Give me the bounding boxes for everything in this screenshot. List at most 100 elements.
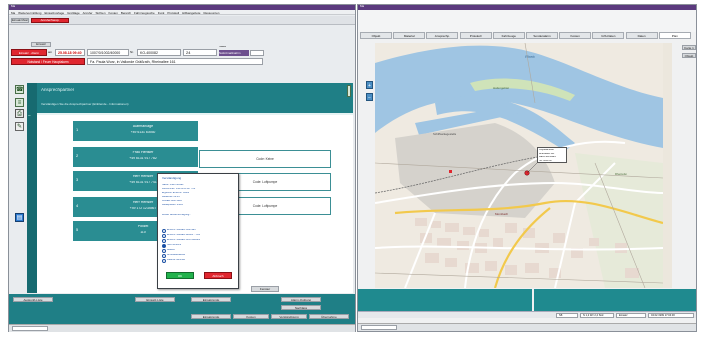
map-popup-line: Tel: 0000-00 [539,159,552,162]
call-code[interactable]: 1007/0/1002/40000 [87,49,129,56]
map-side-button-1[interactable]: Karte 1 [682,45,696,50]
header-label: Einsatz [31,42,51,47]
radio-icon[interactable] [162,238,166,243]
contact-name: Frau Hensler [132,151,154,154]
tab-row: Einsatz/Alarm Anrufer/Gesp. [9,16,355,25]
einsatzende-button[interactable]: Einsatzende [191,297,231,302]
ok-button[interactable]: OK [166,272,194,279]
status-value[interactable]: Sofortmaßnahm [219,50,249,56]
radio-icon[interactable] [162,248,166,253]
status-field[interactable] [12,326,48,331]
call-number[interactable]: 24 [183,49,217,56]
radio-icon[interactable] [162,253,166,258]
contact-number: 5 [76,228,79,232]
window-title: Ma [11,5,16,8]
menu-item[interactable]: Hilfsangebote [182,11,200,15]
menu-item[interactable]: Fahrzeugsuche [134,11,155,15]
map-side-button-2[interactable]: Objekt [682,53,696,58]
verstaendigung-button[interactable]: Verständigung [271,314,307,319]
menu-item[interactable]: Weitervermittlung [18,11,41,15]
map-label-c: Mombach [495,213,509,216]
printer-icon[interactable]: ⎙ [15,109,24,118]
map-tab[interactable]: Protokoll [459,32,492,39]
panel-subtitle: Verständigen Sie die Ansprechpartner (Ei… [41,103,129,106]
river-label: Rhein [525,55,536,59]
contact-name: Alarmanlage [132,125,154,128]
map-status-2: N 1,2 Wz 2,4 Süd [580,313,614,318]
menu-item[interactable]: Funk [158,11,165,15]
menu-item[interactable]: Einsatzvorlage [44,11,64,15]
dialog-question: Weiter Benachrichtigung? [162,214,191,216]
menu-item[interactable]: Bereich [121,11,131,15]
map-tab[interactable]: GIS-Daten [592,32,625,39]
dialog-option-label: Erreicht / Einsatz nicht relevant [167,239,200,242]
menu-item[interactable]: Anrufer [83,11,93,15]
status-label: Status [219,46,227,48]
map-bottom-field[interactable] [361,325,397,330]
map-tab[interactable]: Plan [658,32,691,39]
map-label-d: Rheinufer [615,173,628,176]
dialog-option-label: Erreicht / Einsatz informiert [167,229,196,232]
document-icon[interactable]: ▤ [15,213,24,222]
menu-item[interactable]: Kosten [109,11,118,15]
map-label-b: Schiffsanlegestelle [433,133,457,136]
call-status[interactable]: Einsatz · Alarm [11,49,47,56]
edit-icon[interactable]: ✎ [15,122,24,131]
map-status-1: N8 [556,313,578,318]
call-date[interactable]: 25.08.18 09:40 [55,49,85,56]
radio-icon[interactable] [162,258,166,263]
map-window: Ma Objekt Material Ansprechp. Protokoll Fahr… [357,4,697,332]
map-tab[interactable]: Sonderalarm [526,32,558,39]
menu-bar: Ma Weitervermittlung Einsatzvorlage Großlag… [9,10,355,15]
map-tab[interactable]: Material [393,32,426,39]
uebernahme-button[interactable]: Übernahme [309,314,349,319]
dialog-title: Verständigung [162,177,182,180]
map-info-panel-left [358,289,532,311]
dialog-options: Erreicht / Einsatz informiert Erreicht / … [162,228,236,263]
zoom-out-icon[interactable]: − [366,93,373,101]
map-tab[interactable]: Kosten [559,32,592,39]
map-tab[interactable]: Fahrzeuge [492,32,525,39]
radio-icon[interactable] [162,233,166,238]
dispatch-window: Ma Ma Weitervermittlung Einsatzvorlage Groß… [8,4,356,332]
close-panel-button[interactable]: Fenster [251,286,279,292]
radio-icon[interactable] [162,228,166,233]
city-map[interactable]: Rhein Hafengebiet Schiffsanlegestelle Mo… [375,43,672,288]
alarm-quittung-button[interactable]: Alarm-Quittung [281,297,321,302]
map-tab[interactable]: Objekt [360,32,392,39]
contact-button[interactable]: 1 Alarmanlage +49 6131 63930 [73,121,198,141]
map-tab[interactable]: Daten [625,32,658,39]
tab-anrufer[interactable]: Anrufer/Gesp. [31,18,69,23]
contact-number: 3 [76,178,79,182]
contact-button[interactable]: 2 Frau Hensler +49 6131 917 782 [73,147,198,167]
panel-action-icon[interactable] [347,85,351,97]
menu-item[interactable]: Großlage [67,11,80,15]
list-icon[interactable]: ≡ [15,98,24,107]
ref-value[interactable]: KO-400082 [137,49,181,56]
status-extra-field[interactable] [250,50,264,56]
einsatzende-footer-button[interactable]: Einsatzende [191,314,231,319]
contact-phone: +49 6131 917 782 [129,157,157,160]
auskunft-list-button[interactable]: Auskunft-Liste [13,297,53,302]
einsatz-list-button[interactable]: Einsatz-Liste [135,297,175,302]
menu-item[interactable]: Ressourcen [203,11,219,15]
notification-dialog: Verständigung Name: Frau Hensler Rufnumme… [157,173,239,289]
zoom-in-icon[interactable]: + [366,81,373,89]
dialog-option[interactable]: Falsche Nummer [162,258,236,263]
phone-icon[interactable]: ☎ [15,85,24,94]
tab-einsatz[interactable]: Einsatz/Alarm [11,18,29,23]
result-box-1[interactable]: Code: Keine [199,150,331,168]
menu-item[interactable]: Ma [11,11,15,15]
dialog-option-label: Besetzt [167,249,175,252]
menu-item[interactable]: Protokoll [167,11,179,15]
address-field[interactable]: Fa. Paula Wurz, in Vallonde Gräßrath, Rh… [87,58,263,65]
map-info-popup[interactable]: Objektadresse Rheinallee 161 Mainz-Mombach… [537,147,567,163]
map-tab[interactable]: Ansprechp. [426,32,459,39]
dialog-info-line: Meldeposten: Intern [162,204,184,206]
map-canvas[interactable] [375,43,664,288]
cancel-button[interactable]: Abbruch [204,272,232,279]
nachlass-button[interactable]: Nachlass [281,305,321,310]
kosten-button[interactable]: Kosten [233,314,269,319]
radio-icon[interactable] [162,243,166,248]
menu-item[interactable]: Sichten [96,11,106,15]
